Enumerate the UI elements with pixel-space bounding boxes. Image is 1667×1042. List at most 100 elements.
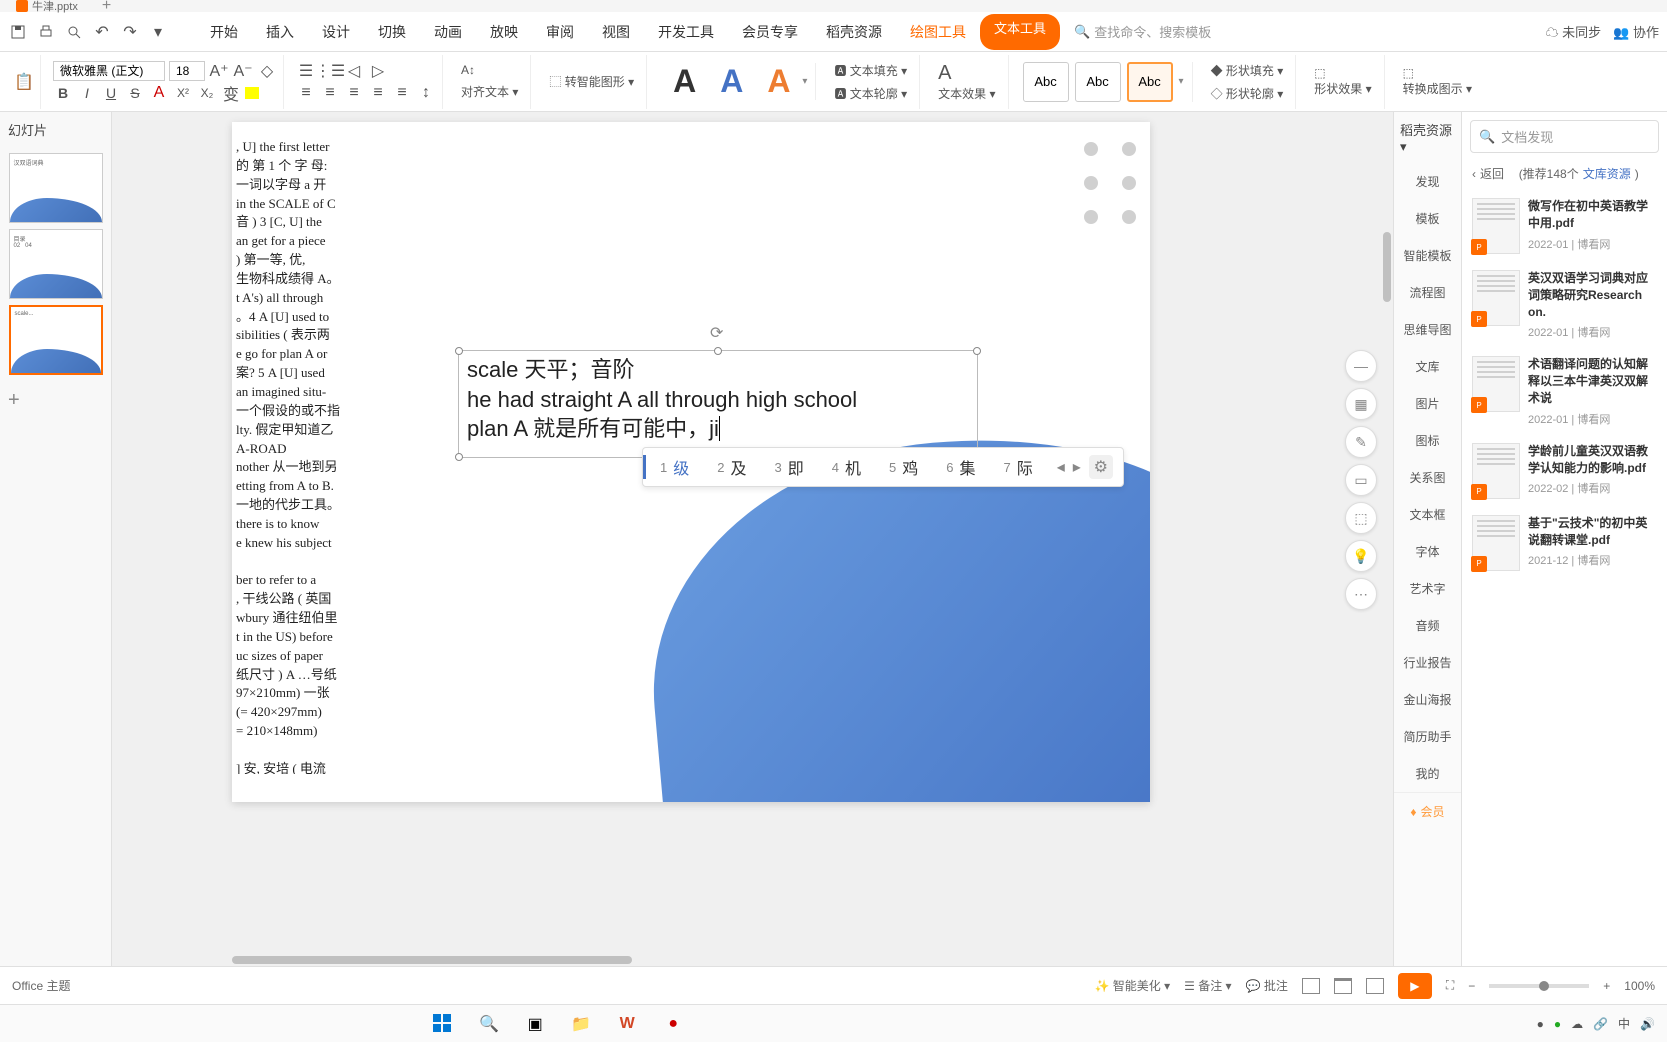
bullets-button[interactable]: ☰: [296, 61, 316, 81]
text-outline-button[interactable]: 🅰 文本轮廓 ▾: [828, 83, 913, 104]
shape-style-1[interactable]: Abc: [1023, 62, 1069, 102]
float-collapse-button[interactable]: —: [1345, 350, 1377, 382]
cat-discover[interactable]: 发现: [1394, 163, 1461, 200]
align-center-button[interactable]: ≡: [320, 83, 340, 103]
cat-textbox[interactable]: 文本框: [1394, 496, 1461, 533]
cat-poster[interactable]: 金山海报: [1394, 681, 1461, 718]
decrease-indent-button[interactable]: ◁: [344, 61, 364, 81]
beautify-button[interactable]: ✨ 智能美化 ▾: [1094, 977, 1170, 994]
sync-status[interactable]: ☁ 未同步: [1546, 22, 1602, 41]
undo-icon[interactable]: ↶: [92, 22, 112, 42]
resize-handle[interactable]: [714, 347, 722, 355]
slide-thumb-2[interactable]: 目录02 04: [9, 229, 103, 299]
wps-icon[interactable]: W: [614, 1011, 640, 1037]
cat-image[interactable]: 图片: [1394, 385, 1461, 422]
line-spacing-button[interactable]: ↕: [416, 83, 436, 103]
resource-header[interactable]: 稻壳资源 ▾: [1394, 112, 1461, 163]
save-icon[interactable]: [8, 22, 28, 42]
tab-design[interactable]: 设计: [308, 14, 364, 50]
slide-thumb-3[interactable]: scale...: [9, 305, 103, 375]
align-right-button[interactable]: ≡: [344, 83, 364, 103]
float-shape-button[interactable]: ▭: [1345, 464, 1377, 496]
slide-thumb-1[interactable]: 汉双语词典: [9, 153, 103, 223]
pinyin-button[interactable]: 变: [221, 83, 241, 103]
taskview-icon[interactable]: ▣: [522, 1011, 548, 1037]
resource-item[interactable]: P 术语翻译问题的认知解释以三本牛津英汉双解术说2022-01 | 博看网: [1470, 348, 1659, 434]
text-effect-button[interactable]: A文本效果 ▾: [932, 60, 1001, 104]
cat-flowchart[interactable]: 流程图: [1394, 274, 1461, 311]
highlight-button[interactable]: [245, 87, 259, 99]
zoom-slider[interactable]: [1489, 984, 1589, 988]
ime-candidate[interactable]: 4机: [818, 455, 875, 479]
align-text-label[interactable]: 对齐文本 ▾: [455, 81, 524, 102]
justify-button[interactable]: ≡: [368, 83, 388, 103]
tray-icon[interactable]: 🔗: [1593, 1017, 1608, 1031]
clear-format-icon[interactable]: ◇: [257, 61, 277, 81]
ime-settings-icon[interactable]: ⚙: [1089, 455, 1113, 479]
resource-item[interactable]: P 学龄前儿童英汉双语教学认知能力的影响.pdf2022-02 | 博看网: [1470, 435, 1659, 507]
increase-font-icon[interactable]: A⁺: [209, 61, 229, 81]
cat-member[interactable]: ♦ 会员: [1394, 792, 1461, 830]
smart-graphic-button[interactable]: ⬚ 转智能图形 ▾: [543, 71, 640, 92]
italic-button[interactable]: I: [77, 83, 97, 103]
cat-resume[interactable]: 简历助手: [1394, 718, 1461, 755]
canvas[interactable]: , U] the first letter 的 第 1 个 字 母: 一词以字母…: [112, 112, 1393, 966]
comments-button[interactable]: 💬 批注: [1246, 977, 1288, 994]
cat-template[interactable]: 模板: [1394, 200, 1461, 237]
tray-icon[interactable]: ●: [1554, 1017, 1561, 1031]
cat-icons[interactable]: 图标: [1394, 422, 1461, 459]
fit-button[interactable]: ⛶: [1446, 978, 1454, 993]
new-tab-button[interactable]: +: [94, 0, 119, 15]
rotate-handle[interactable]: ⟳: [710, 323, 726, 339]
zoom-in-button[interactable]: +: [1603, 979, 1610, 993]
textbox-content[interactable]: scale 天平；音阶 he had straight A all throug…: [459, 351, 977, 448]
float-layers-button[interactable]: ▦: [1345, 388, 1377, 420]
tab-resources[interactable]: 稻壳资源: [812, 14, 896, 50]
tab-devtools[interactable]: 开发工具: [644, 14, 728, 50]
dropdown-icon[interactable]: ▾: [148, 22, 168, 42]
float-idea-button[interactable]: 💡: [1345, 540, 1377, 572]
float-more-button[interactable]: ⋯: [1345, 578, 1377, 610]
numbering-button[interactable]: ⋮☰: [320, 61, 340, 81]
preview-icon[interactable]: [64, 22, 84, 42]
view-sorter-icon[interactable]: [1334, 978, 1352, 994]
ime-candidate[interactable]: 2及: [703, 455, 760, 479]
cat-mindmap[interactable]: 思维导图: [1394, 311, 1461, 348]
align-left-button[interactable]: ≡: [296, 83, 316, 103]
cat-report[interactable]: 行业报告: [1394, 644, 1461, 681]
ime-candidate[interactable]: 1级: [643, 455, 703, 479]
ime-candidate[interactable]: 5鸡: [875, 455, 932, 479]
float-frame-button[interactable]: ⬚: [1345, 502, 1377, 534]
tab-text-tools[interactable]: 文本工具: [980, 14, 1060, 50]
tab-review[interactable]: 审阅: [532, 14, 588, 50]
text-direction-button[interactable]: A↕: [455, 61, 524, 79]
clipboard-icon[interactable]: 📋: [14, 72, 34, 92]
ime-candidate[interactable]: 7际: [990, 455, 1047, 479]
decrease-font-icon[interactable]: A⁻: [233, 61, 253, 81]
tray-icon[interactable]: 🔊: [1640, 1017, 1655, 1031]
ime-next-icon[interactable]: ▸: [1073, 457, 1081, 477]
shape-effect-button[interactable]: ⬚形状效果 ▾: [1308, 64, 1377, 99]
tab-insert[interactable]: 插入: [252, 14, 308, 50]
selected-textbox[interactable]: ⟳ scale 天平；音阶 he had straight A all thro…: [458, 350, 978, 458]
font-color-button[interactable]: A: [149, 83, 169, 103]
print-icon[interactable]: [36, 22, 56, 42]
redo-icon[interactable]: ↷: [120, 22, 140, 42]
wordart-style-3[interactable]: A: [755, 63, 802, 100]
scrollbar-vertical[interactable]: [1381, 112, 1393, 966]
view-reading-icon[interactable]: [1366, 978, 1384, 994]
tray-icon[interactable]: ☁: [1571, 1017, 1583, 1031]
shape-fill-button[interactable]: ◆ 形状填充 ▾: [1205, 60, 1290, 81]
tray-icon[interactable]: ●: [1537, 1017, 1544, 1031]
bold-button[interactable]: B: [53, 83, 73, 103]
font-name-input[interactable]: [53, 61, 165, 81]
cat-library[interactable]: 文库: [1394, 348, 1461, 385]
tab-draw-tools[interactable]: 绘图工具: [896, 14, 980, 50]
resize-handle[interactable]: [973, 347, 981, 355]
resize-handle[interactable]: [455, 453, 463, 461]
shape-style-2[interactable]: Abc: [1075, 62, 1121, 102]
superscript-button[interactable]: X²: [173, 83, 193, 103]
float-pen-button[interactable]: ✎: [1345, 426, 1377, 458]
play-button[interactable]: ▶: [1398, 973, 1432, 999]
add-slide-button[interactable]: +: [0, 381, 24, 405]
